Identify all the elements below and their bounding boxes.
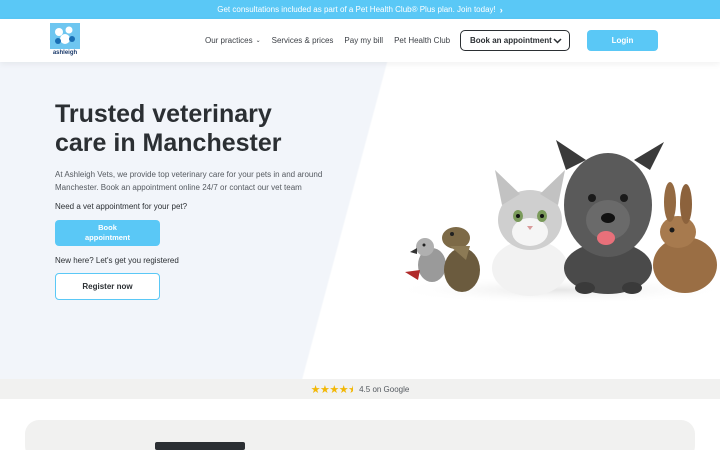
svg-text:ashleigh: ashleigh (53, 50, 78, 56)
main-nav: Our practices ⌄ Services & prices Pay my… (205, 19, 461, 62)
site-header: ashleigh Our practices ⌄ Services & pric… (0, 19, 720, 62)
nav-label: Pet Health Club (394, 36, 451, 45)
section-heading-partial (155, 442, 245, 450)
need-appointment-text: Need a vet appointment for your pet? (55, 202, 188, 211)
pets-hero-image (390, 140, 720, 304)
new-here-text: New here? Let's get you registered (55, 256, 179, 265)
hero-title-line: Trusted veterinary (55, 100, 272, 128)
book-label: appointment (85, 233, 130, 242)
ashleigh-logo[interactable]: ashleigh (50, 23, 80, 56)
nav-label: Pay my bill (344, 36, 384, 45)
nav-our-practices[interactable]: Our practices ⌄ (205, 36, 261, 45)
nav-label: Services & prices (271, 36, 334, 45)
practices-section-card (25, 420, 695, 450)
cat (492, 170, 568, 296)
hero-title: Trusted veterinary care in Manchester (55, 100, 315, 158)
google-rating-bar: ★★★★★ 4.5 on Google (0, 379, 720, 399)
chevron-right-icon: › (499, 4, 503, 15)
promo-text[interactable]: Get consultations included as part of a … (217, 5, 496, 14)
nav-services-prices[interactable]: Services & prices (272, 36, 334, 45)
promo-banner[interactable]: Get consultations included as part of a … (0, 0, 720, 19)
chevron-down-icon (553, 37, 562, 44)
dog (556, 140, 664, 294)
chevron-down-icon: ⌄ (255, 38, 261, 44)
hero-title-line: care in Manchester (55, 129, 282, 157)
book-appointment-dropdown[interactable]: Book an appointment (460, 30, 570, 51)
book-appointment-label: Book an appointment (470, 36, 552, 45)
rabbit (653, 182, 717, 293)
iguana (442, 227, 480, 292)
register-now-button[interactable]: Register now (55, 273, 160, 300)
book-appointment-button[interactable]: Book appointment (55, 220, 160, 246)
nav-pay-my-bill[interactable]: Pay my bill (344, 36, 383, 45)
login-button[interactable]: Login (587, 30, 658, 51)
parrot (405, 238, 446, 282)
rating-text: 4.5 on Google (359, 384, 410, 394)
book-label: Book (98, 223, 117, 232)
nav-label: Our practices (205, 36, 253, 45)
star-rating-icon: ★★★★★ (310, 383, 354, 396)
hero-intro: At Ashleigh Vets, we provide top veterin… (55, 170, 323, 192)
nav-pet-health-club[interactable]: Pet Health Club (394, 36, 450, 45)
